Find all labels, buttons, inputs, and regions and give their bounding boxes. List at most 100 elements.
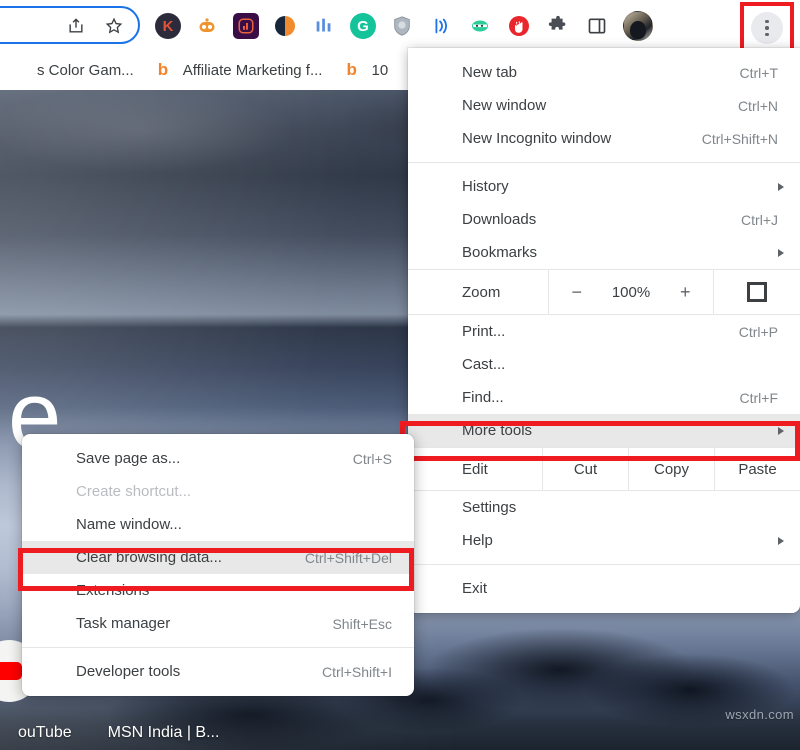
taskbar-item-msn[interactable]: MSN India | B... — [90, 724, 238, 742]
bookmark-favicon: b — [158, 61, 174, 79]
menu-item-label: History — [462, 178, 770, 195]
chevron-right-icon — [778, 537, 784, 545]
wifi-signal-extension-icon[interactable] — [428, 13, 454, 39]
menu-item-new-tab[interactable]: New tab Ctrl+T — [408, 56, 800, 89]
menu-item-print[interactable]: Print... Ctrl+P — [408, 315, 800, 348]
chrome-main-menu: New tab Ctrl+T New window Ctrl+N New Inc… — [408, 48, 800, 613]
shield-privacy-extension-icon[interactable] — [389, 13, 415, 39]
youtube-play-glyph — [0, 662, 22, 680]
star-icon[interactable] — [104, 16, 124, 41]
bookmark-label: Affiliate Marketing f... — [183, 62, 323, 79]
fullscreen-button[interactable] — [714, 270, 800, 314]
menu-item-label: Downloads — [462, 211, 741, 228]
edit-copy-button[interactable]: Copy — [628, 448, 714, 490]
menu-item-label: New tab — [462, 64, 740, 81]
edit-label: Edit — [408, 448, 542, 490]
mozbar-extension-icon[interactable] — [311, 13, 337, 39]
menu-item-new-window[interactable]: New window Ctrl+N — [408, 89, 800, 122]
similarweb-extension-icon[interactable] — [272, 13, 298, 39]
menu-item-label: Save page as... — [76, 450, 353, 467]
taskbar-item-youtube[interactable]: ouTube — [0, 724, 90, 742]
submenu-item-developer-tools[interactable]: Developer tools Ctrl+Shift+I — [22, 655, 414, 688]
zoom-out-button[interactable]: − — [571, 282, 582, 303]
zoom-label: Zoom — [408, 270, 548, 314]
menu-item-label: New Incognito window — [462, 130, 702, 147]
menu-item-accelerator: Ctrl+Shift+N — [702, 131, 784, 147]
zoom-in-button[interactable]: + — [680, 282, 691, 303]
more-tools-submenu: Save page as... Ctrl+S Create shortcut..… — [22, 434, 414, 696]
robot-assistant-extension-icon[interactable] — [194, 13, 220, 39]
bookmark-item-1[interactable]: b Affiliate Marketing f... — [146, 55, 335, 85]
analytics-extension-icon[interactable] — [233, 13, 259, 39]
menu-item-label: Find... — [462, 389, 740, 406]
submenu-item-name-window[interactable]: Name window... — [22, 508, 414, 541]
screenshot-root: e wsxdn.com ouTube MSN India | B... — [0, 0, 800, 750]
menu-separator — [22, 647, 414, 648]
menu-item-bookmarks[interactable]: Bookmarks — [408, 236, 800, 269]
menu-item-label: Clear browsing data... — [76, 549, 305, 566]
bookmark-favicon: b — [346, 61, 362, 79]
side-panel-icon[interactable] — [584, 13, 610, 39]
ninja-extension-icon[interactable] — [467, 13, 493, 39]
menu-item-label: Bookmarks — [462, 244, 770, 261]
menu-item-help[interactable]: Help — [408, 524, 800, 557]
chevron-right-icon — [778, 427, 784, 435]
menu-item-label: Help — [462, 532, 770, 549]
three-dot-icon — [751, 12, 783, 44]
submenu-item-create-shortcut: Create shortcut... — [22, 475, 414, 508]
menu-item-more-tools[interactable]: More tools — [408, 414, 800, 447]
submenu-item-clear-browsing-data[interactable]: Clear browsing data... Ctrl+Shift+Del — [22, 541, 414, 574]
grammarly-extension-icon[interactable]: G — [350, 13, 376, 39]
menu-item-new-incognito-window[interactable]: New Incognito window Ctrl+Shift+N — [408, 122, 800, 155]
chevron-right-icon — [778, 183, 784, 191]
menu-item-label: Create shortcut... — [76, 483, 398, 500]
menu-edit-row: Edit Cut Copy Paste — [408, 447, 800, 491]
menu-item-label: New window — [462, 97, 738, 114]
menu-item-label: Exit — [462, 580, 784, 597]
menu-item-label: Extensions — [76, 582, 398, 599]
fullscreen-icon — [747, 282, 767, 302]
profile-avatar[interactable] — [623, 11, 653, 41]
chrome-three-dot-menu-button[interactable] — [740, 2, 794, 54]
edit-paste-button[interactable]: Paste — [714, 448, 800, 490]
menu-item-label: Developer tools — [76, 663, 322, 680]
menu-item-label: Cast... — [462, 356, 784, 373]
bookmark-item-0[interactable]: s Color Gam... — [0, 55, 146, 85]
puzzle-extensions-icon[interactable] — [545, 13, 571, 39]
menu-item-accelerator: Ctrl+S — [353, 451, 398, 467]
edit-cut-button[interactable]: Cut — [542, 448, 628, 490]
bookmark-favicon — [12, 61, 28, 79]
zoom-controls: − 100% + — [548, 270, 714, 314]
submenu-item-task-manager[interactable]: Task manager Shift+Esc — [22, 607, 414, 640]
menu-item-label: More tools — [462, 422, 770, 439]
menu-item-settings[interactable]: Settings — [408, 491, 800, 524]
menu-item-find[interactable]: Find... Ctrl+F — [408, 381, 800, 414]
menu-item-accelerator: Ctrl+Shift+I — [322, 664, 398, 680]
menu-item-accelerator: Ctrl+J — [741, 212, 784, 228]
chevron-right-icon — [778, 249, 784, 257]
menu-item-history[interactable]: History — [408, 170, 800, 203]
menu-item-accelerator: Ctrl+T — [740, 65, 785, 81]
menu-item-accelerator: Ctrl+P — [739, 324, 784, 340]
submenu-item-extensions[interactable]: Extensions — [22, 574, 414, 607]
bookmark-label: 10 — [371, 62, 388, 79]
menu-separator — [408, 564, 800, 565]
submenu-item-save-page-as[interactable]: Save page as... Ctrl+S — [22, 442, 414, 475]
bookmark-label: s Color Gam... — [37, 62, 134, 79]
menu-item-downloads[interactable]: Downloads Ctrl+J — [408, 203, 800, 236]
adblock-extension-icon[interactable] — [506, 13, 532, 39]
menu-item-label: Print... — [462, 323, 739, 340]
menu-item-label: Name window... — [76, 516, 398, 533]
menu-item-cast[interactable]: Cast... — [408, 348, 800, 381]
menu-item-exit[interactable]: Exit — [408, 572, 800, 605]
zoom-level-value: 100% — [608, 284, 654, 301]
address-bar[interactable] — [0, 6, 140, 44]
omnibox-action-icons — [66, 16, 124, 41]
bookmark-item-2[interactable]: b 10 — [334, 55, 400, 85]
share-icon[interactable] — [66, 16, 86, 41]
menu-item-accelerator: Shift+Esc — [332, 616, 398, 632]
kite-extension-icon[interactable]: K — [155, 13, 181, 39]
menu-item-accelerator: Ctrl+N — [738, 98, 784, 114]
menu-item-label: Settings — [462, 499, 784, 516]
menu-item-label: Task manager — [76, 615, 332, 632]
